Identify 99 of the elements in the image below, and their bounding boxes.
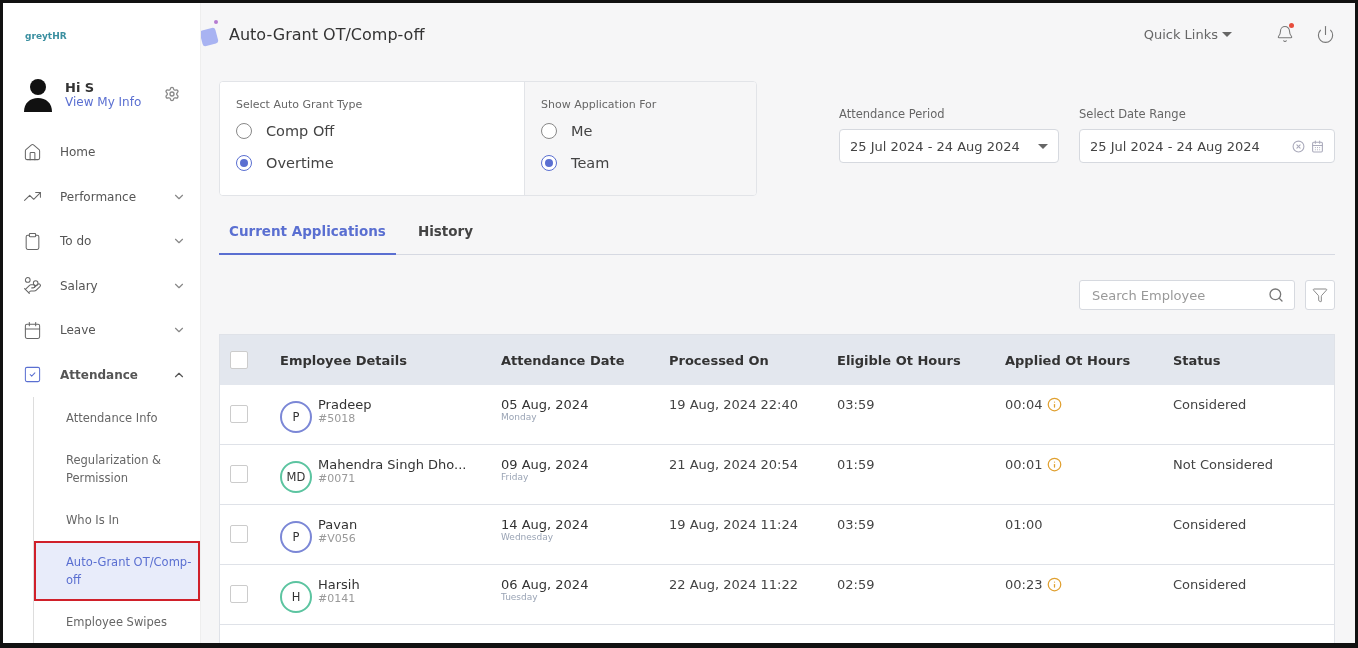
tab[interactable]: Current Applications <box>219 208 396 255</box>
eligible-hours: 03:59 <box>837 517 876 532</box>
employee-name: Mahendra Singh Dho... <box>318 457 467 472</box>
search-icon[interactable] <box>1268 287 1284 303</box>
radio-option[interactable]: Comp Off <box>236 117 508 145</box>
column-header: Processed On <box>669 352 770 368</box>
date-range-field[interactable]: 25 Jul 2024 - 24 Aug 2024 <box>1079 129 1335 163</box>
search-field[interactable]: Search Employee <box>1090 286 1262 304</box>
group-label: Select Auto Grant Type <box>236 98 364 111</box>
radio-button[interactable] <box>541 155 557 171</box>
view-info-link[interactable]: View My Info <box>65 94 152 109</box>
nav-item[interactable]: Performance <box>3 174 200 219</box>
clear-icon <box>1292 139 1305 153</box>
attendance-date: 05 Aug, 2024 <box>501 397 590 412</box>
nav-item[interactable]: Salary <box>3 263 200 308</box>
nav-subitem[interactable]: Who Is In <box>34 499 200 541</box>
radio-button[interactable] <box>541 123 557 139</box>
period-dropdown[interactable]: 25 Jul 2024 - 24 Aug 2024 <box>839 129 1059 163</box>
nav-subitem[interactable]: Regularization & Permission <box>34 439 200 499</box>
column-header: Applied Ot Hours <box>1005 352 1132 368</box>
radio-button[interactable] <box>236 155 252 171</box>
calendar-icon <box>1311 139 1324 153</box>
nav-icon <box>23 276 42 296</box>
eligible-hours: 03:59 <box>837 397 876 412</box>
applied-hours: 01:00 <box>1005 517 1043 532</box>
search-box[interactable]: Search Employee <box>1079 280 1295 310</box>
settings-icon[interactable] <box>164 86 180 102</box>
user-greeting: Hi S <box>65 79 96 95</box>
power-icon[interactable] <box>1316 24 1335 44</box>
nav-icon <box>23 365 42 385</box>
eligible-hours: 01:59 <box>837 457 876 472</box>
column-header: Attendance Date <box>501 352 626 368</box>
processed-on: 19 Aug, 2024 11:24 <box>669 517 799 532</box>
attendance-date: 14 Aug, 2024 <box>501 517 590 532</box>
radio-option[interactable]: Team <box>541 149 740 177</box>
employee-name: Harsih <box>318 577 360 592</box>
column-header: Eligible Ot Hours <box>837 352 962 368</box>
info-icon[interactable] <box>1047 577 1063 592</box>
nav-item[interactable]: Home <box>3 130 200 175</box>
info-icon[interactable] <box>1047 457 1063 472</box>
employee-id: #0141 <box>318 592 357 605</box>
user-silhouette-icon <box>23 76 53 112</box>
info-icon[interactable] <box>1047 397 1063 412</box>
filter-icon <box>1312 287 1328 303</box>
applied-hours: 00:23 <box>1005 577 1043 592</box>
group-label: Show Application For <box>541 98 658 111</box>
initials-avatar: P <box>280 521 312 553</box>
nav-subitem[interactable]: Employee Swipes <box>34 601 200 643</box>
weekday: Tuesday <box>501 592 539 602</box>
nav-icon <box>23 320 42 340</box>
radio-option[interactable]: Overtime <box>236 149 508 177</box>
field-label: Select Date Range <box>1079 107 1187 121</box>
employee-id: #V056 <box>318 532 357 545</box>
weekday: Monday <box>501 412 538 422</box>
row-checkbox[interactable] <box>230 585 248 603</box>
nav-item[interactable]: Attendance <box>3 352 200 397</box>
row-checkbox[interactable] <box>230 405 248 423</box>
radio-option[interactable]: Me <box>541 117 740 145</box>
notification-bell-icon[interactable] <box>1276 25 1294 43</box>
nav-subitem[interactable]: Auto-Grant OT/Comp-off <box>34 541 200 601</box>
status: Considered <box>1173 577 1248 592</box>
nav-item[interactable]: Leave <box>3 308 200 353</box>
employee-id: #0071 <box>318 472 357 485</box>
company-logo: greytHR <box>25 29 68 42</box>
field-label: Attendance Period <box>839 107 946 121</box>
status: Considered <box>1173 397 1248 412</box>
initials-avatar: H <box>280 581 312 613</box>
row-checkbox[interactable] <box>230 465 248 483</box>
processed-on: 19 Aug, 2024 22:40 <box>669 397 799 412</box>
column-header: Status <box>1173 352 1222 368</box>
filter-button[interactable] <box>1305 280 1335 310</box>
applied-hours: 00:04 <box>1005 397 1043 412</box>
employee-id: #5018 <box>318 412 357 425</box>
page-title: Auto-Grant OT/Comp-off <box>229 24 426 44</box>
column-header: Employee Details <box>280 352 408 368</box>
nav-icon <box>23 231 42 251</box>
applied-hours: 00:01 <box>1005 457 1043 472</box>
row-checkbox[interactable] <box>230 525 248 543</box>
processed-on: 22 Aug, 2024 11:22 <box>669 577 799 592</box>
status: Not Considered <box>1173 457 1275 472</box>
eligible-hours: 02:59 <box>837 577 876 592</box>
employee-name: Pavan <box>318 517 358 532</box>
tab[interactable]: History <box>407 208 484 255</box>
initials-avatar: MD <box>280 461 312 493</box>
quick-links-menu[interactable]: Quick Links <box>1137 25 1238 43</box>
employee-name: Pradeep <box>318 397 372 412</box>
weekday: Wednesday <box>501 532 555 542</box>
attendance-date: 06 Aug, 2024 <box>501 577 590 592</box>
nav-icon <box>23 142 42 162</box>
decorative-shape-icon <box>201 19 219 49</box>
nav-subitem[interactable]: Attendance Info <box>34 397 200 439</box>
processed-on: 21 Aug, 2024 20:54 <box>669 457 799 472</box>
status: Considered <box>1173 517 1248 532</box>
initials-avatar: P <box>280 401 312 433</box>
nav-item[interactable]: To do <box>3 219 200 264</box>
attendance-date: 09 Aug, 2024 <box>501 457 590 472</box>
select-all-checkbox[interactable] <box>230 351 248 369</box>
radio-button[interactable] <box>236 123 252 139</box>
weekday: Friday <box>501 472 530 482</box>
